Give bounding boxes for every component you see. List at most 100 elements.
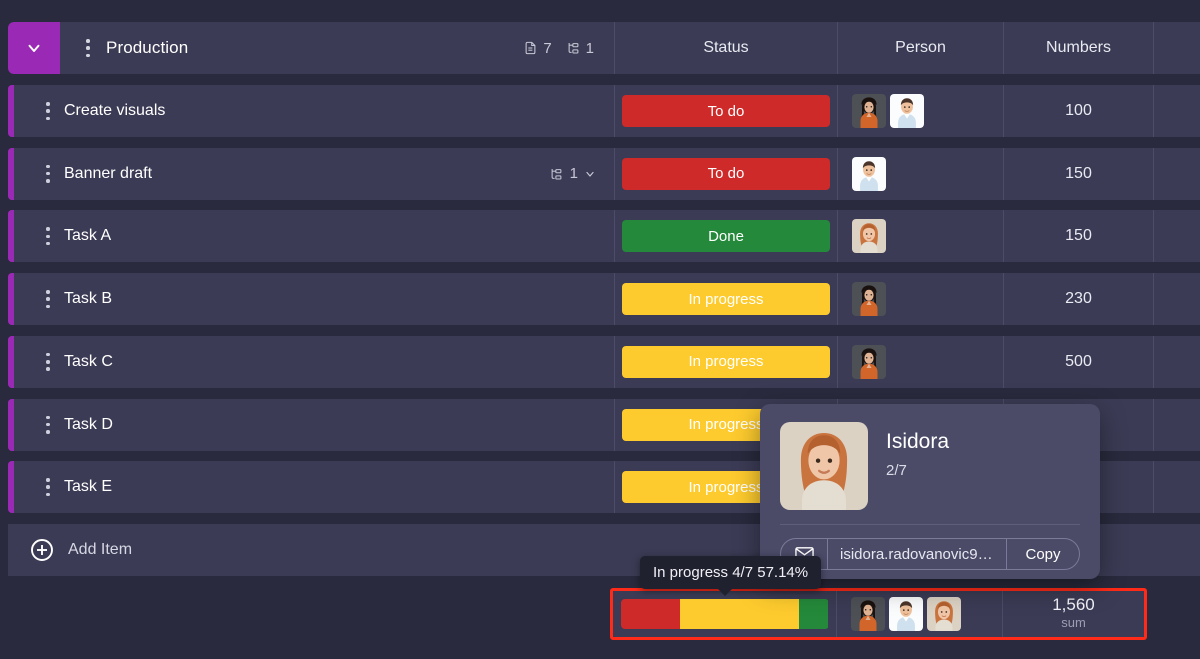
avatar-group [852, 282, 886, 317]
drag-handle-icon[interactable] [82, 39, 94, 57]
group-title[interactable]: Production [106, 38, 188, 58]
table-row[interactable]: Task A Done 150 [8, 210, 1200, 263]
row-tail-cell [1153, 210, 1200, 263]
status-badge[interactable]: Done [622, 220, 830, 253]
row-numbers-cell[interactable]: 230 [1003, 273, 1153, 326]
person-card-header: Isidora 2/7 [780, 422, 1080, 510]
column-header-add[interactable] [1153, 22, 1200, 74]
avatar[interactable] [852, 344, 886, 379]
status-badge[interactable]: To do [622, 95, 830, 127]
plus-circle-icon [31, 539, 53, 561]
group-item-count-value: 7 [543, 39, 552, 57]
avatar[interactable] [852, 156, 886, 191]
row-tail-cell [1153, 273, 1200, 326]
status-badge[interactable]: In progress [622, 345, 830, 378]
row-name-cell[interactable]: Task C [14, 336, 614, 388]
kebab-menu-icon[interactable] [46, 102, 50, 120]
row-name-cell[interactable]: Task A [14, 210, 614, 262]
row-numbers-cell[interactable]: 100 [1003, 85, 1153, 137]
kebab-menu-icon[interactable] [46, 164, 50, 183]
row-person-cell[interactable] [837, 210, 1003, 263]
row-person-cell[interactable] [837, 335, 1003, 388]
column-header-status[interactable]: Status [614, 22, 837, 74]
row-subitem-count: 1 [569, 165, 578, 183]
row-number-value: 100 [1065, 102, 1092, 119]
status-badge[interactable]: To do [622, 157, 830, 190]
group-item-count: 7 [523, 39, 552, 57]
row-tail-cell [1153, 335, 1200, 388]
progress-segment[interactable] [679, 599, 799, 629]
row-person-cell[interactable] [837, 85, 1003, 137]
person-card-avatar [780, 422, 868, 510]
kebab-menu-icon[interactable] [46, 290, 50, 309]
row-name-label: Banner draft [64, 164, 153, 182]
status-tooltip: In progress 4/7 57.14% [640, 556, 822, 596]
row-numbers-cell[interactable]: 150 [1003, 147, 1153, 200]
row-name-label: Task D [64, 415, 113, 433]
add-item-label: Add Item [68, 541, 133, 558]
summary-sum-label: sum [1061, 614, 1086, 630]
person-card-email[interactable]: isidora.radovanovic9… [827, 539, 1007, 569]
status-progress-bar[interactable] [620, 599, 829, 629]
avatar[interactable] [889, 597, 923, 631]
row-name-label: Task C [64, 352, 113, 370]
avatar-group [852, 344, 886, 379]
progress-segment[interactable] [798, 599, 829, 629]
avatar[interactable] [852, 282, 886, 317]
copy-email-button[interactable]: Copy [1007, 539, 1079, 569]
summary-sum-value: 1,560 [1052, 595, 1095, 615]
row-person-cell[interactable] [837, 147, 1003, 200]
subitem-tree-icon [551, 168, 562, 180]
subitem-tree-icon [568, 43, 579, 54]
avatar[interactable] [890, 94, 924, 128]
row-name-label: Task A [64, 227, 112, 245]
table-row[interactable]: Create visuals To do 100 [8, 85, 1200, 137]
group-counts: 7 1 [523, 22, 594, 74]
avatar[interactable] [852, 219, 886, 254]
table-row[interactable]: Banner draft 1 To do 150 [8, 147, 1200, 200]
row-tail-cell [1153, 85, 1200, 137]
row-number-value: 230 [1065, 290, 1092, 308]
row-tail-cell [1153, 461, 1200, 514]
row-status-cell[interactable]: To do [614, 85, 837, 137]
status-badge[interactable]: In progress [622, 283, 830, 316]
row-status-cell[interactable]: To do [614, 147, 837, 200]
row-number-value: 150 [1065, 227, 1092, 245]
row-person-cell[interactable] [837, 273, 1003, 326]
row-name-cell[interactable]: Create visuals [14, 85, 614, 137]
column-header-numbers[interactable]: Numbers [1003, 22, 1153, 74]
avatar-group [852, 156, 886, 191]
table-row[interactable]: Task B In progress 230 [8, 273, 1200, 326]
summary-person-cell [836, 591, 1002, 637]
row-status-cell[interactable]: Done [614, 210, 837, 263]
group-collapse-toggle[interactable] [8, 22, 60, 74]
summary-numbers-cell[interactable]: 1,560 sum [1002, 591, 1144, 637]
avatar[interactable] [851, 597, 885, 631]
column-header-person[interactable]: Person [837, 22, 1003, 74]
row-numbers-cell[interactable]: 500 [1003, 335, 1153, 388]
person-card-meta: Isidora 2/7 [886, 422, 949, 510]
person-card-divider [780, 524, 1080, 525]
row-name-cell[interactable]: Task B [14, 273, 614, 325]
kebab-menu-icon[interactable] [46, 415, 50, 434]
row-name-label: Create visuals [64, 102, 166, 119]
row-name-label: Task E [64, 478, 113, 496]
kebab-menu-icon[interactable] [46, 352, 50, 371]
row-status-cell[interactable]: In progress [614, 273, 837, 326]
summary-avatar-group[interactable] [851, 597, 961, 631]
kebab-menu-icon[interactable] [46, 227, 50, 246]
row-name-cell[interactable]: Task E [14, 461, 614, 513]
board-table: Production 7 1 Status Person Numbers Cre… [0, 0, 1200, 659]
row-number-value: 500 [1065, 352, 1092, 370]
kebab-menu-icon[interactable] [46, 478, 50, 497]
avatar-group [852, 219, 886, 254]
progress-segment[interactable] [620, 599, 680, 629]
row-subitem-badge[interactable]: 1 [549, 148, 596, 200]
avatar[interactable] [927, 597, 961, 631]
table-row[interactable]: Task C In progress 500 [8, 335, 1200, 388]
row-numbers-cell[interactable]: 150 [1003, 210, 1153, 263]
avatar[interactable] [852, 94, 886, 128]
row-name-cell[interactable]: Banner draft 1 [14, 148, 614, 200]
row-name-cell[interactable]: Task D [14, 399, 614, 451]
row-status-cell[interactable]: In progress [614, 335, 837, 388]
